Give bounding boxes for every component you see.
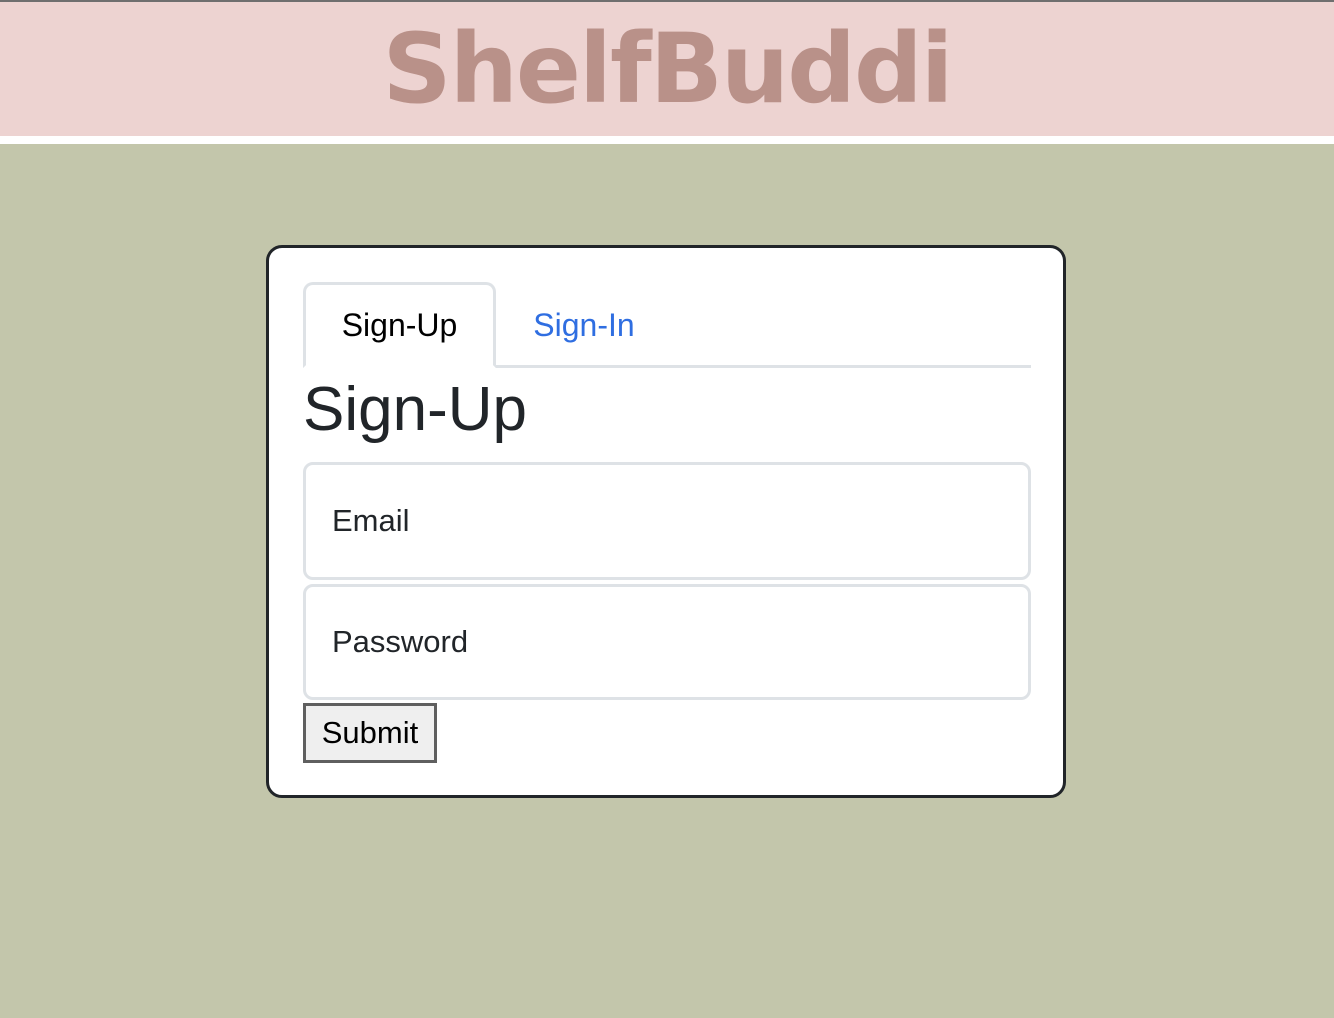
header-divider xyxy=(0,136,1334,144)
app-header: ShelfBuddi xyxy=(0,0,1334,136)
form-title: Sign-Up xyxy=(303,375,527,444)
tab-sign-in[interactable]: Sign-In xyxy=(496,282,672,368)
app-logo: ShelfBuddi xyxy=(382,13,953,125)
email-field[interactable] xyxy=(303,462,1031,580)
submit-button[interactable]: Submit xyxy=(303,703,437,763)
auth-tabs: Sign-Up Sign-In xyxy=(303,282,1031,368)
auth-card: Sign-Up Sign-In Sign-Up Submit xyxy=(266,245,1066,798)
tab-sign-up[interactable]: Sign-Up xyxy=(303,282,496,368)
password-field[interactable] xyxy=(303,584,1031,700)
